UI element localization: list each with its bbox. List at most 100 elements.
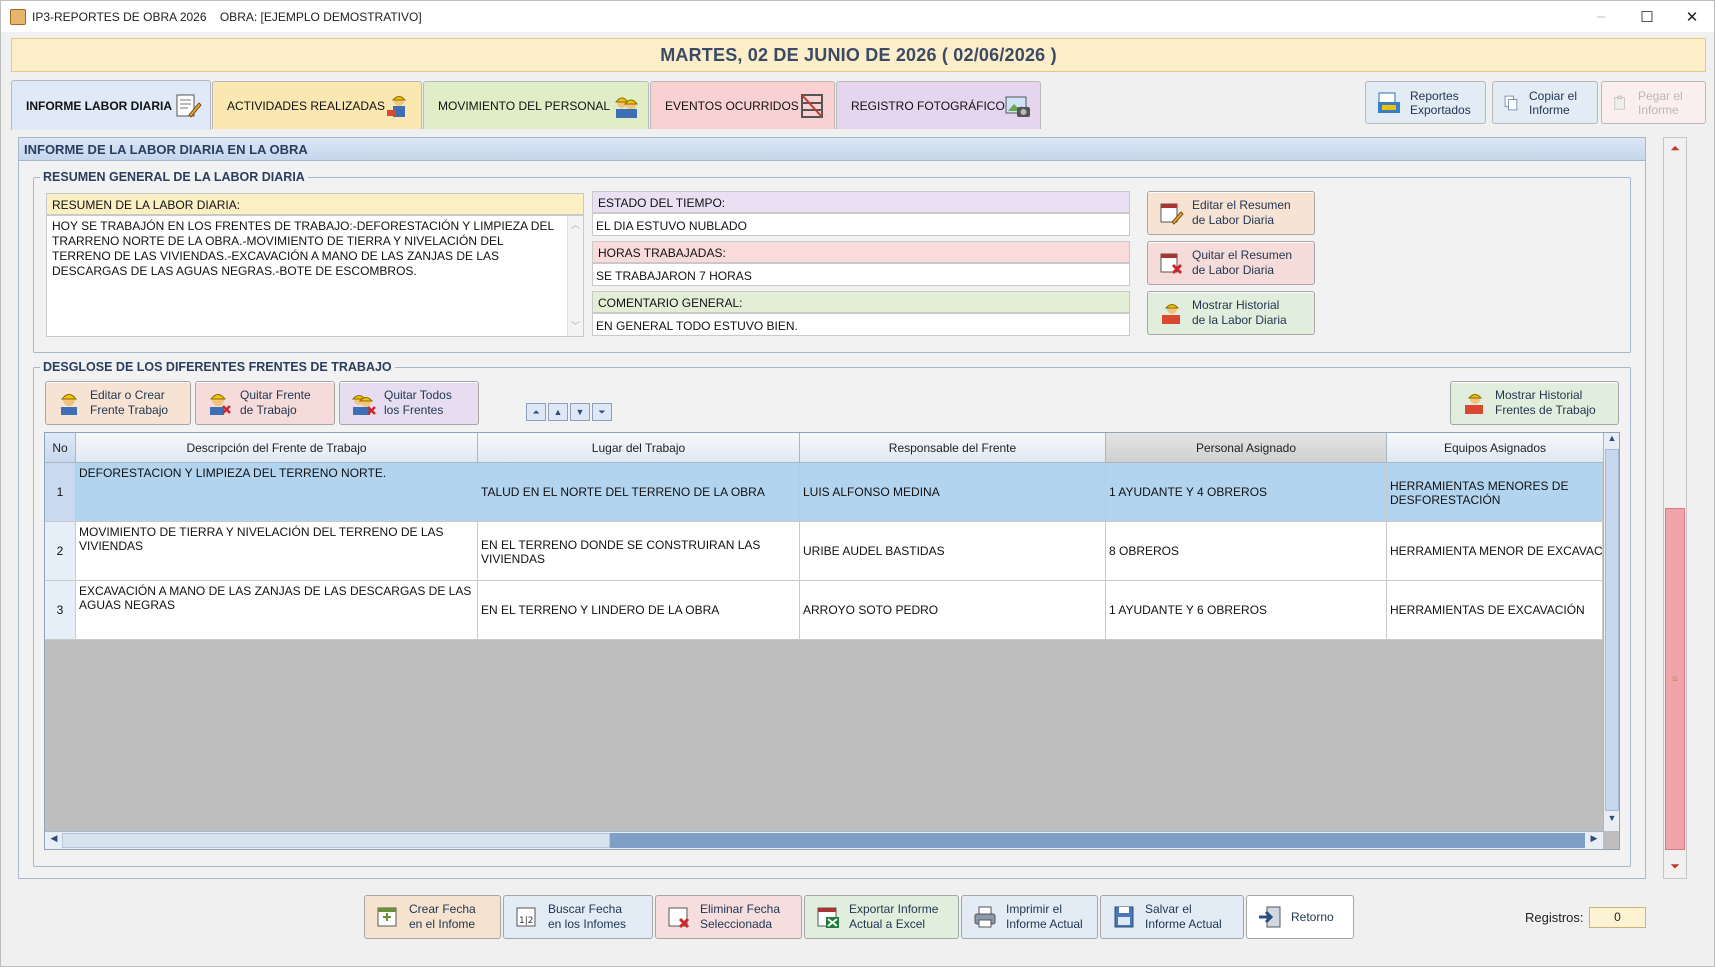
scroll-down-icon[interactable]: ▼ <box>1604 813 1619 829</box>
excel-export-icon <box>817 907 839 928</box>
copy-report-button[interactable]: Copiar el Informe <box>1492 81 1598 124</box>
comment-field[interactable]: EN GENERAL TODO ESTUVO BIEN. <box>592 313 1130 336</box>
window-title: IP3-REPORTES DE OBRA 2026 OBRA: [EJEMPLO… <box>32 9 422 24</box>
table-horizontal-scrollbar[interactable]: ◀ ▶ <box>45 831 1603 849</box>
notepad-pencil-icon <box>176 94 202 118</box>
app-icon <box>10 8 26 25</box>
move-up-button[interactable]: ▲ <box>548 403 568 421</box>
scroll-left-icon[interactable]: ◀ <box>47 833 61 844</box>
daily-history-button[interactable]: Mostrar Historial de la Labor Diaria <box>1147 291 1315 335</box>
minimize-button[interactable]: – <box>1578 1 1624 32</box>
cell-staff: 1 AYUDANTE Y 6 OBREROS <box>1106 581 1387 640</box>
paste-report-button[interactable]: Pegar el Informe <box>1601 81 1706 124</box>
fronts-legend: DESGLOSE DE LOS DIFERENTES FRENTES DE TR… <box>40 360 395 374</box>
cell-staff: 8 OBREROS <box>1106 522 1387 581</box>
tab-registro-fotografico[interactable]: REGISTRO FOTOGRÁFICO <box>836 81 1041 129</box>
cell-equipment: HERRAMIENTA MENOR DE EXCAVACIÓN <box>1387 522 1603 581</box>
date-banner: MARTES, 02 DE JUNIO DE 2026 ( 02/06/2026… <box>11 38 1706 72</box>
cell-place: EN EL TERRENO DONDE SE CONSTRUIRAN LAS V… <box>478 522 800 581</box>
tab-actividades-realizadas[interactable]: ACTIVIDADES REALIZADAS <box>212 81 422 129</box>
cell-description: DEFORESTACION Y LIMPIEZA DEL TERRENO NOR… <box>76 463 478 522</box>
records-label: Registros: <box>1525 910 1584 925</box>
summary-memo[interactable]: HOY SE TRABAJÓN EN LOS FRENTES DE TRABAJ… <box>46 215 584 337</box>
save-report-button[interactable]: Salvar el Informe Actual <box>1100 895 1244 939</box>
workers-group-icon <box>614 97 639 118</box>
edit-front-button[interactable]: Editar o Crear Frente Trabajo <box>45 381 191 425</box>
scroll-right-icon[interactable]: ▶ <box>1587 833 1601 844</box>
tab-label: REGISTRO FOTOGRÁFICO <box>851 98 1005 113</box>
remove-all-fronts-button[interactable]: Quitar Todos los Frentes <box>339 381 479 425</box>
weather-label: ESTADO DEL TIEMPO: <box>592 191 1130 213</box>
exported-reports-button[interactable]: Reportes Exportados <box>1365 81 1486 124</box>
scroll-up-icon[interactable]: ︿ <box>568 218 583 233</box>
workers-remove-icon <box>351 395 376 415</box>
cell-equipment: HERRAMIENTAS DE EXCAVACIÓN <box>1387 581 1603 640</box>
edit-summary-button[interactable]: Editar el Resumen de Labor Diaria <box>1147 191 1315 235</box>
memo-scrollbar[interactable]: ︿ ﹀ <box>567 216 583 336</box>
fronts-history-button[interactable]: Mostrar Historial Frentes de Trabajo <box>1450 381 1619 425</box>
scaffold-icon <box>801 94 823 118</box>
tab-label: MOVIMIENTO DEL PERSONAL <box>438 98 611 113</box>
exit-door-icon <box>1259 906 1281 928</box>
column-header-no[interactable]: No <box>45 433 76 463</box>
printer-icon <box>974 906 996 928</box>
column-header-staff[interactable]: Personal Asignado <box>1106 433 1387 463</box>
remove-front-button[interactable]: Quitar Frente de Trabajo <box>195 381 335 425</box>
worker-edit-icon <box>60 394 78 415</box>
table-vertical-scrollbar[interactable]: ▲ ▼ <box>1603 433 1619 831</box>
column-header-responsible[interactable]: Responsable del Frente <box>800 433 1106 463</box>
copy-icon <box>1504 95 1518 110</box>
title-bar: IP3-REPORTES DE OBRA 2026 OBRA: [EJEMPLO… <box>1 1 1714 32</box>
move-first-button[interactable]: ⏶ <box>526 403 546 421</box>
move-down-button[interactable]: ▼ <box>570 403 590 421</box>
scroll-down-icon[interactable]: ⏷ <box>1664 856 1686 876</box>
cell-place: EN EL TERRENO Y LINDERO DE LA OBRA <box>478 581 800 640</box>
search-date-button[interactable]: 1|2 Buscar Fecha en los Infomes <box>503 895 653 939</box>
tab-label: ACTIVIDADES REALIZADAS <box>227 98 386 113</box>
create-date-button[interactable]: Crear Fecha en el Infome <box>364 895 501 939</box>
cell-place: TALUD EN EL NORTE DEL TERRENO DE LA OBRA <box>478 463 800 522</box>
scroll-up-icon[interactable]: ▲ <box>1604 433 1619 449</box>
tab-eventos-ocurridos[interactable]: EVENTOS OCURRIDOS <box>650 81 835 129</box>
outer-vertical-scrollbar[interactable]: ⏶ ≡ ⏷ <box>1663 137 1687 879</box>
tab-label: INFORME LABOR DIARIA <box>26 98 172 113</box>
scroll-thumb[interactable] <box>610 833 1585 848</box>
hours-label: HORAS TRABAJADAS: <box>592 241 1130 263</box>
print-report-button[interactable]: Imprimir el Informe Actual <box>961 895 1098 939</box>
cell-no: 2 <box>45 522 76 581</box>
memo-label: RESUMEN DE LA LABOR DIARIA: <box>46 193 584 215</box>
worker-history-icon <box>1465 394 1483 414</box>
summary-legend: RESUMEN GENERAL DE LA LABOR DIARIA <box>40 170 308 184</box>
cell-responsible: ARROYO SOTO PEDRO <box>800 581 1106 640</box>
scroll-down-icon[interactable]: ﹀ <box>568 319 583 334</box>
scroll-thumb[interactable]: ≡ <box>1665 508 1685 850</box>
maximize-button[interactable]: ☐ <box>1624 1 1670 32</box>
cell-no: 3 <box>45 581 76 640</box>
column-header-equipment[interactable]: Equipos Asignados <box>1387 433 1603 463</box>
exported-reports-icon <box>1378 92 1400 113</box>
move-last-button[interactable]: ⏷ <box>592 403 612 421</box>
cell-equipment: HERRAMIENTAS MENORES DE DESFORESTACIÓN <box>1387 463 1603 522</box>
svg-text:1|2: 1|2 <box>519 916 533 926</box>
worker-tools-icon <box>387 96 407 117</box>
scroll-up-icon[interactable]: ⏶ <box>1664 138 1686 158</box>
return-button[interactable]: Retorno <box>1246 895 1354 939</box>
worker-remove-icon <box>209 394 231 415</box>
fronts-table[interactable]: No Descripción del Frente de Trabajo Lug… <box>44 432 1620 850</box>
photo-camera-icon <box>1005 96 1030 117</box>
weather-field[interactable]: EL DIA ESTUVO NUBLADO <box>592 213 1130 236</box>
tab-informe-labor-diaria[interactable]: INFORME LABOR DIARIA <box>11 80 211 130</box>
export-excel-button[interactable]: Exportar Informe Actual a Excel <box>804 895 959 939</box>
delete-date-button[interactable]: Eliminar Fecha Seleccionada <box>655 895 802 939</box>
column-header-place[interactable]: Lugar del Trabajo <box>478 433 800 463</box>
paste-icon <box>1614 95 1625 110</box>
close-button[interactable]: ✕ <box>1669 1 1715 32</box>
hours-field[interactable]: SE TRABAJARON 7 HORAS <box>592 263 1130 286</box>
cell-no: 1 <box>45 463 76 522</box>
cell-responsible: URIBE AUDEL BASTIDAS <box>800 522 1106 581</box>
remove-summary-button[interactable]: Quitar el Resumen de Labor Diaria <box>1147 241 1315 285</box>
column-header-description[interactable]: Descripción del Frente de Trabajo <box>76 433 478 463</box>
tab-movimiento-del-personal[interactable]: MOVIMIENTO DEL PERSONAL <box>423 81 649 129</box>
cell-staff: 1 AYUDANTE Y 4 OBREROS <box>1106 463 1387 522</box>
scroll-thumb[interactable] <box>1605 449 1619 811</box>
